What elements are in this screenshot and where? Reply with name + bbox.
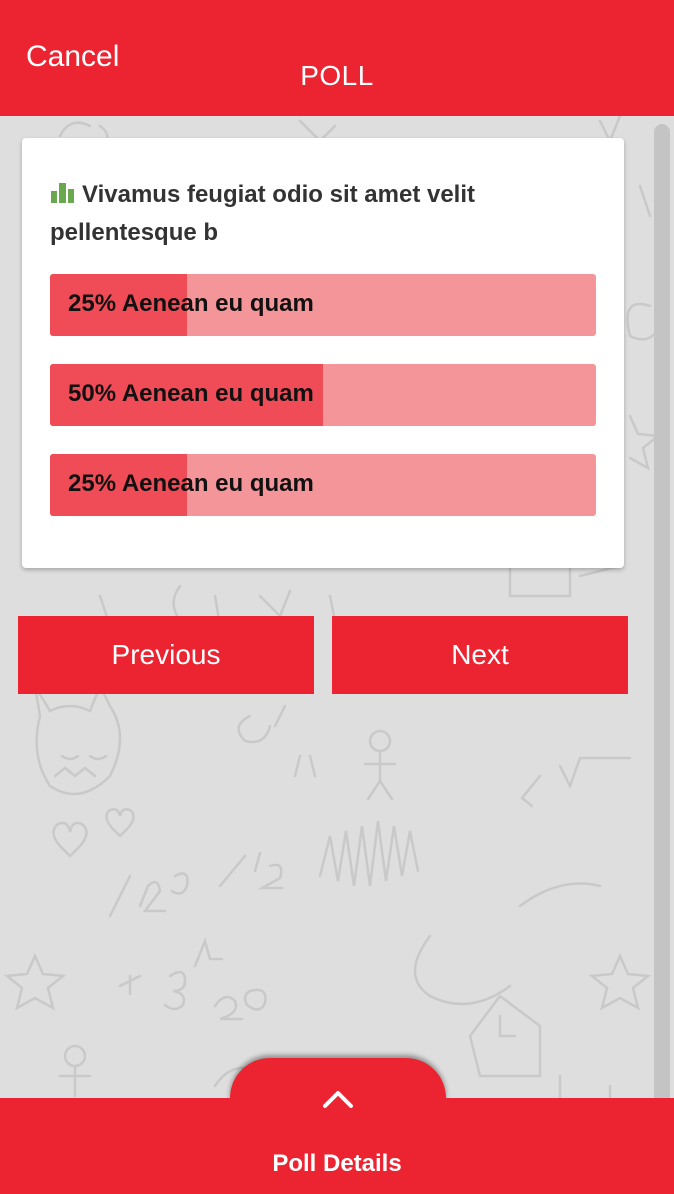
poll-details-label[interactable]: Poll Details — [0, 1150, 674, 1178]
bottom-bar — [0, 1098, 674, 1194]
app-header: Cancel POLL — [0, 0, 674, 116]
chevron-up-icon[interactable] — [322, 1088, 354, 1110]
poll-option[interactable]: 50% Aenean eu quam — [50, 364, 596, 426]
next-button[interactable]: Next — [332, 616, 628, 694]
poll-question: Vivamus feugiat odio sit amet velit pell… — [50, 176, 570, 252]
poll-option[interactable]: 25% Aenean eu quam — [50, 454, 596, 516]
poll-content: Vivamus feugiat odio sit amet velit pell… — [0, 116, 674, 1194]
poll-option[interactable]: 25% Aenean eu quam — [50, 274, 596, 336]
poll-option-label: 25% Aenean eu quam — [68, 290, 314, 317]
scrollbar[interactable] — [654, 124, 670, 1124]
poll-option-label: 25% Aenean eu quam — [68, 470, 314, 497]
page-title: POLL — [300, 60, 374, 91]
bar-chart-icon — [51, 183, 74, 203]
poll-question-text: Vivamus feugiat odio sit amet velit pell… — [50, 181, 475, 246]
poll-option-label: 50% Aenean eu quam — [68, 380, 314, 407]
previous-button[interactable]: Previous — [18, 616, 314, 694]
poll-card: Vivamus feugiat odio sit amet velit pell… — [22, 138, 624, 568]
